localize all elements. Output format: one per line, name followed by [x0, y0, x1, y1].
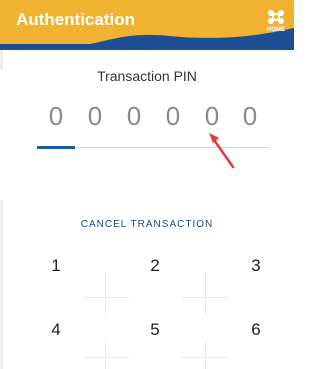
cancel-transaction-button[interactable]: CANCEL TRANSACTION — [0, 219, 294, 230]
pin-digit: 0 — [48, 101, 64, 131]
pin-title: Transaction PIN — [97, 68, 197, 84]
keypad-divider — [105, 340, 106, 369]
keypad-divider — [182, 357, 228, 358]
side-divider — [0, 50, 3, 70]
keypad-divider — [205, 340, 206, 369]
keypad-divider — [83, 297, 129, 298]
keypad-divider — [105, 272, 106, 316]
keypad-divider — [205, 272, 206, 316]
pin-digit: 0 — [165, 101, 181, 131]
keypad-divider — [83, 357, 129, 358]
pin-active-indicator — [37, 146, 75, 149]
keypad-key-2[interactable]: 2 — [135, 256, 175, 276]
home-label: HOME — [267, 27, 285, 33]
red-arrow-icon — [209, 133, 235, 169]
home-icon — [268, 10, 284, 24]
keypad-divider — [182, 297, 228, 298]
home-button[interactable]: HOME — [262, 7, 290, 37]
pin-digit: 0 — [126, 101, 142, 131]
keypad-key-4[interactable]: 4 — [36, 320, 76, 340]
keypad-key-5[interactable]: 5 — [135, 320, 175, 340]
app-header: Authentication HOME — [0, 0, 294, 50]
page-title: Authentication — [16, 10, 135, 29]
pin-input[interactable]: 0 0 0 0 0 0 — [37, 100, 269, 132]
keypad-key-1[interactable]: 1 — [36, 256, 76, 276]
pin-digit: 0 — [242, 101, 258, 131]
keypad-key-6[interactable]: 6 — [236, 320, 276, 340]
keypad-key-3[interactable]: 3 — [236, 256, 276, 276]
pin-digit: 0 — [87, 101, 103, 131]
pin-digit: 0 — [204, 101, 220, 131]
